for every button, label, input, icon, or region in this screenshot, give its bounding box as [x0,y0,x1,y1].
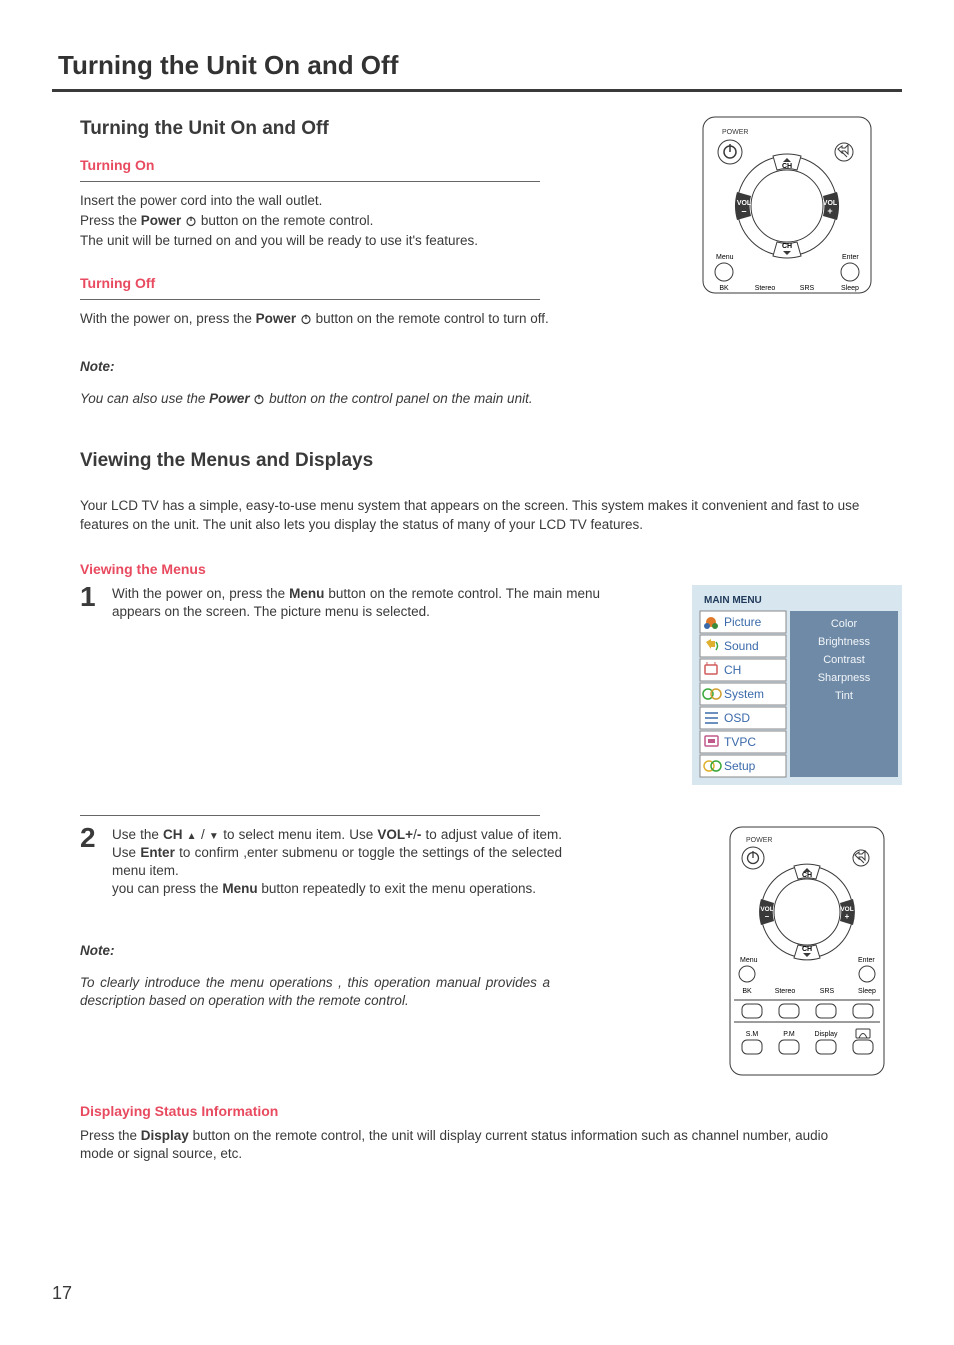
svg-text:TVPC: TVPC [724,735,756,749]
step-text: Use the CH ▲ / ▼ to select menu item. Us… [112,826,562,899]
text: button on the remote control, the unit w… [80,1128,828,1161]
svg-text:POWER: POWER [722,129,748,136]
text: With the power on, press the [112,586,289,601]
paragraph: The unit will be turned on and you will … [80,232,600,250]
note-label: Note: [80,358,682,376]
sub-heading-display-status: Displaying Status Information [80,1102,902,1121]
divider [80,815,540,816]
svg-text:Stereo: Stereo [775,988,796,995]
svg-text:CH: CH [802,872,812,879]
osd-menu-diagram: MAIN MENU Picture Sound CH System OSD TV… [692,585,902,785]
note-body: You can also use the Power button on the… [80,390,682,408]
svg-text:OSD: OSD [724,711,750,725]
svg-text:S.M: S.M [746,1031,759,1038]
text-bold: Menu [289,586,324,601]
svg-text:P.M: P.M [783,1031,795,1038]
text-bold: VOL+ [377,827,413,842]
svg-text:System: System [724,687,764,701]
chapter-title: Turning the Unit On and Off [58,48,902,83]
remote-diagram-bottom: POWER CH CH VOL– VOL+ Menu Enter [722,826,902,1076]
svg-text:Enter: Enter [842,254,859,261]
divider [80,299,540,300]
paragraph: Insert the power cord into the wall outl… [80,192,600,210]
svg-text:CH: CH [782,163,792,170]
text: Press the [80,1128,141,1143]
svg-text:Setup: Setup [724,759,756,773]
section-heading-menus: Viewing the Menus and Displays [80,448,902,474]
svg-text:Color: Color [831,618,858,630]
text: You can also use the [80,391,209,406]
power-icon [300,313,312,325]
paragraph: With the power on, press the Power butto… [80,310,555,328]
svg-text:–: – [765,912,770,921]
text: button repeatedly to exit the menu opera… [258,881,536,896]
svg-text:Sleep: Sleep [841,285,859,292]
text-bold: Display [141,1128,189,1143]
text: button on the remote control to turn off… [316,311,549,326]
paragraph: Press the Display button on the remote c… [80,1127,860,1163]
page-number: 17 [52,1281,72,1305]
text: to select menu item. Use [223,827,377,842]
text: button on the control panel on the main … [269,391,532,406]
paragraph: Press the Power button on the remote con… [80,212,600,230]
sub-heading-viewing-menus: Viewing the Menus [80,560,902,579]
svg-text:Enter: Enter [858,957,875,964]
step-text: With the power on, press the Menu button… [112,585,600,621]
svg-text:Sleep: Sleep [858,988,876,995]
text: you can press the [112,881,222,896]
text-bold: Enter [140,845,175,860]
svg-text:+: + [845,912,850,921]
text-bold: Menu [222,881,257,896]
svg-text:CH: CH [782,243,792,250]
svg-text:POWER: POWER [746,837,772,844]
step: 2 Use the CH ▲ / ▼ to select menu item. … [80,826,600,899]
power-icon [185,215,197,227]
text-bold: Power [141,213,182,228]
svg-text:CH: CH [802,946,812,953]
svg-text:+: + [827,206,832,216]
sub-heading-turning-off: Turning Off [80,274,682,293]
svg-text:Sound: Sound [724,639,759,653]
svg-text:MAIN MENU: MAIN MENU [704,595,762,606]
svg-text:–: – [741,206,746,216]
svg-text:Picture: Picture [724,615,762,629]
svg-text:Menu: Menu [716,254,734,261]
text: button on the remote control. [201,213,374,228]
remote-diagram-top: POWER CH CH VOL– [702,116,902,296]
power-icon [253,393,265,405]
svg-text:BK: BK [742,988,752,995]
step: 1 With the power on, press the Menu butt… [80,585,600,621]
text: With the power on, press the [80,311,256,326]
note-body: To clearly introduce the menu operations… [80,974,550,1010]
sub-heading-turning-on: Turning On [80,156,682,175]
svg-text:CH: CH [724,663,741,677]
svg-text:Sharpness: Sharpness [818,672,871,684]
svg-text:SRS: SRS [820,988,835,995]
svg-text:Tint: Tint [835,690,853,702]
text-bold: Power [209,391,250,406]
text-bold: Power [256,311,297,326]
paragraph: Your LCD TV has a simple, easy-to-use me… [80,497,860,533]
svg-text:Brightness: Brightness [818,636,870,648]
step-number: 2 [80,824,98,899]
text: Use the [112,827,163,842]
section-heading: Turning the Unit On and Off [80,116,682,142]
step-number: 1 [80,583,98,621]
note-label: Note: [80,942,702,960]
svg-text:Menu: Menu [740,957,758,964]
up-down-icon: ▼ [209,831,219,842]
text: to confirm ,enter submenu or toggle the … [112,845,562,878]
svg-text:SRS: SRS [800,285,815,292]
text: Press the [80,213,141,228]
up-down-icon: ▲ [187,831,197,842]
svg-text:BK: BK [719,285,729,292]
svg-text:Stereo: Stereo [755,285,776,292]
text-bold: CH [163,827,183,842]
svg-text:Display: Display [815,1031,838,1038]
svg-text:Contrast: Contrast [823,654,865,666]
divider [52,89,902,92]
divider [80,181,540,182]
